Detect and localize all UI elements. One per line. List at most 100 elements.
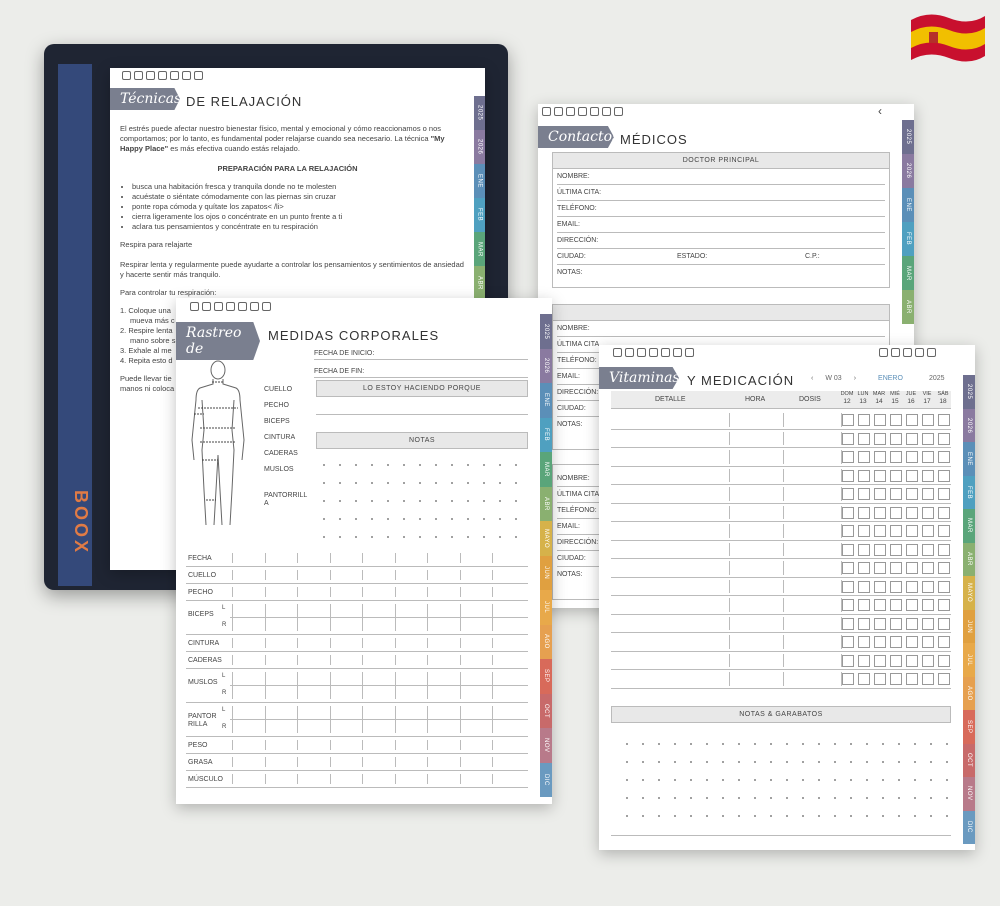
field-label[interactable]: ÚLTIMA CITA:	[557, 185, 885, 201]
day-checkbox[interactable]	[842, 506, 854, 519]
day-checkbox[interactable]	[906, 580, 918, 593]
tab-10[interactable]: SEP	[540, 659, 552, 694]
day-checkbox[interactable]	[922, 654, 934, 667]
day-checkbox[interactable]	[890, 599, 902, 611]
day-checkbox[interactable]	[906, 506, 918, 519]
table-row[interactable]	[611, 411, 951, 430]
target-icon[interactable]	[637, 348, 646, 357]
field-label[interactable]: NOMBRE:	[557, 321, 885, 337]
day-checkbox[interactable]	[938, 506, 950, 519]
tab-1[interactable]: 2026	[540, 348, 552, 383]
day-checkbox[interactable]	[842, 488, 854, 500]
doc-icon[interactable]	[891, 348, 900, 357]
day-checkbox[interactable]	[906, 617, 918, 630]
day-checkbox[interactable]	[938, 599, 950, 611]
day-checkbox[interactable]	[938, 469, 950, 482]
end-date-field[interactable]: FECHA DE FIN:	[314, 366, 528, 378]
day-checkbox[interactable]	[842, 580, 854, 593]
day-checkbox[interactable]	[938, 432, 950, 445]
tab-2026[interactable]: 2026	[902, 154, 914, 188]
heart-icon[interactable]	[590, 107, 599, 116]
day-checkbox[interactable]	[938, 673, 950, 685]
tab-0[interactable]: 2025	[963, 375, 975, 409]
tab-13[interactable]: DIC	[963, 810, 975, 844]
dot-grid[interactable]	[316, 456, 528, 546]
day-checkbox[interactable]	[842, 617, 854, 630]
day-checkbox[interactable]	[874, 414, 886, 426]
month-tabs[interactable]: 2025 2026 ENE FEB MAR ABR	[474, 96, 485, 300]
target-icon[interactable]	[566, 107, 575, 116]
day-checkbox[interactable]	[890, 488, 902, 500]
tab-8[interactable]: JUL	[540, 590, 552, 625]
day-checkbox[interactable]	[922, 617, 934, 630]
day-checkbox[interactable]	[874, 562, 886, 574]
day-checkbox[interactable]	[922, 525, 934, 537]
table-row[interactable]: FECHA	[186, 550, 528, 567]
table-row[interactable]: CADERAS	[186, 652, 528, 669]
day-checkbox[interactable]	[858, 451, 870, 463]
day-checkbox[interactable]	[842, 543, 854, 556]
day-checkbox[interactable]	[906, 414, 918, 426]
day-checkbox[interactable]	[858, 469, 870, 482]
tab-12[interactable]: NOV	[963, 777, 975, 811]
day-checkbox[interactable]	[938, 543, 950, 556]
field-label[interactable]: TELÉFONO:	[557, 201, 885, 217]
day-checkbox[interactable]	[890, 543, 902, 556]
day-checkbox[interactable]	[858, 414, 870, 426]
day-checkbox[interactable]	[842, 451, 854, 463]
day-checkbox[interactable]	[890, 654, 902, 667]
day-checkbox[interactable]	[906, 432, 918, 445]
day-checkbox[interactable]	[842, 599, 854, 611]
folder-icon[interactable]	[158, 71, 167, 80]
day-checkbox[interactable]	[890, 506, 902, 519]
tab-7[interactable]: JUN	[540, 555, 552, 590]
nav-icons[interactable]	[122, 71, 203, 80]
date-nav[interactable]: ‹ W 03 › ENERO 2025	[811, 375, 945, 382]
table-row[interactable]: CINTURA	[186, 635, 528, 652]
tab-10[interactable]: SEP	[963, 710, 975, 744]
day-checkbox[interactable]	[938, 580, 950, 593]
day-checkbox[interactable]	[858, 488, 870, 500]
tab-2025[interactable]: 2025	[474, 96, 485, 130]
day-checkbox[interactable]	[922, 506, 934, 519]
table-row[interactable]: GRASA	[186, 754, 528, 771]
tab-7[interactable]: JUN	[963, 609, 975, 643]
day-checkbox[interactable]	[858, 673, 870, 685]
tab-2[interactable]: ENE	[540, 383, 552, 418]
day-checkbox[interactable]	[906, 636, 918, 648]
day-checkbox[interactable]	[842, 414, 854, 426]
home-icon[interactable]	[190, 302, 199, 311]
day-checkbox[interactable]	[874, 432, 886, 445]
day-checkbox[interactable]	[842, 562, 854, 574]
day-checkbox[interactable]	[906, 451, 918, 463]
prev-chevron-icon[interactable]: ‹	[811, 375, 813, 382]
day-checkbox[interactable]	[922, 543, 934, 556]
day-checkbox[interactable]	[874, 525, 886, 537]
list-icon[interactable]	[554, 107, 563, 116]
day-checkbox[interactable]	[906, 654, 918, 667]
tab-3[interactable]: FEB	[963, 475, 975, 509]
day-checkbox[interactable]	[874, 654, 886, 667]
tab-6[interactable]: MAYO	[963, 576, 975, 610]
page-icon[interactable]	[685, 348, 694, 357]
field-label[interactable]: NOMBRE:	[557, 169, 885, 185]
tools-icon[interactable]	[250, 302, 259, 311]
table-row[interactable]: CUELLO	[186, 567, 528, 584]
field-label[interactable]: DIRECCIÓN:	[557, 233, 885, 249]
doc-icon[interactable]	[927, 348, 936, 357]
tab-feb[interactable]: FEB	[474, 198, 485, 232]
day-checkbox[interactable]	[890, 432, 902, 445]
month-tabs[interactable]: 2025 2026 ENE FEB MAR ABR MAYO JUN JUL AGO SEP OCT N…	[540, 314, 552, 797]
day-checkbox[interactable]	[906, 599, 918, 611]
address-row[interactable]: CIUDAD: ESTADO: C.P.:	[557, 249, 885, 265]
tab-12[interactable]: NOV	[540, 728, 552, 763]
tab-0[interactable]: 2025	[540, 314, 552, 349]
tab-3[interactable]: FEB	[540, 417, 552, 452]
day-checkbox[interactable]	[842, 636, 854, 648]
year-label[interactable]: 2025	[929, 375, 945, 382]
table-row[interactable]: MÚSCULO	[186, 771, 528, 788]
day-checkbox[interactable]	[938, 488, 950, 500]
day-checkbox[interactable]	[906, 469, 918, 482]
month-label[interactable]: ENERO	[878, 375, 903, 382]
tab-11[interactable]: OCT	[963, 743, 975, 777]
